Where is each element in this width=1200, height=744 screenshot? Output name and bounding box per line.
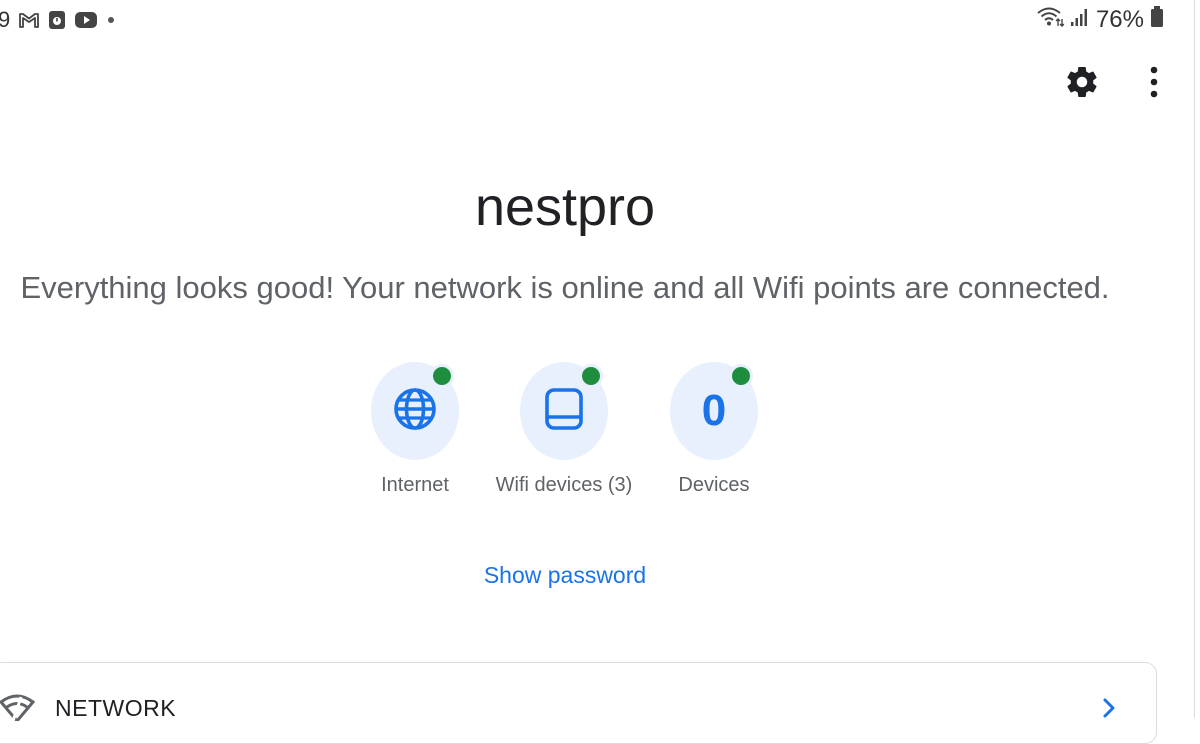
calendar-icon [48,10,66,30]
dot-icon [106,15,116,25]
show-password-link[interactable]: Show password [0,562,1130,589]
devices-circle: 0 [670,362,758,460]
gmail-icon [18,11,40,29]
globe-icon [392,386,438,437]
status-dot [579,364,603,388]
gear-icon [1064,64,1100,105]
status-bar-left: 9 [0,6,116,34]
status-message: Everything looks good! Your network is o… [20,270,1110,305]
status-dot [729,364,753,388]
chevron-right-icon [1101,697,1117,724]
more-vert-icon [1149,65,1159,104]
battery-percent: 76% [1095,6,1144,33]
devices-tile[interactable]: 0 Devices [634,362,794,497]
status-time: 9 [0,7,11,32]
network-wifi-icon [0,693,36,726]
internet-tile[interactable]: Internet [335,362,495,497]
settings-button[interactable] [1060,62,1104,106]
internet-circle [371,362,459,460]
tile-label: Wifi devices (3) [495,474,633,496]
right-edge [1194,0,1200,718]
wifi-devices-tile[interactable]: Wifi devices (3) [484,362,644,497]
signal-icon [1070,6,1090,34]
status-dot [430,364,454,388]
network-name-title: nestpro [474,177,656,237]
youtube-icon [74,11,98,29]
tablet-icon [544,387,584,436]
battery-icon [1150,5,1164,35]
network-section-card[interactable]: NETWORK [0,662,1157,744]
tile-label: Internet [381,474,449,496]
more-options-button[interactable] [1132,62,1176,106]
wifi-icon [1036,6,1065,35]
wifi-devices-circle [520,362,608,460]
tile-label: Devices [678,474,750,496]
status-bar-right: 76% [1036,5,1164,35]
devices-count: 0 [701,386,727,435]
